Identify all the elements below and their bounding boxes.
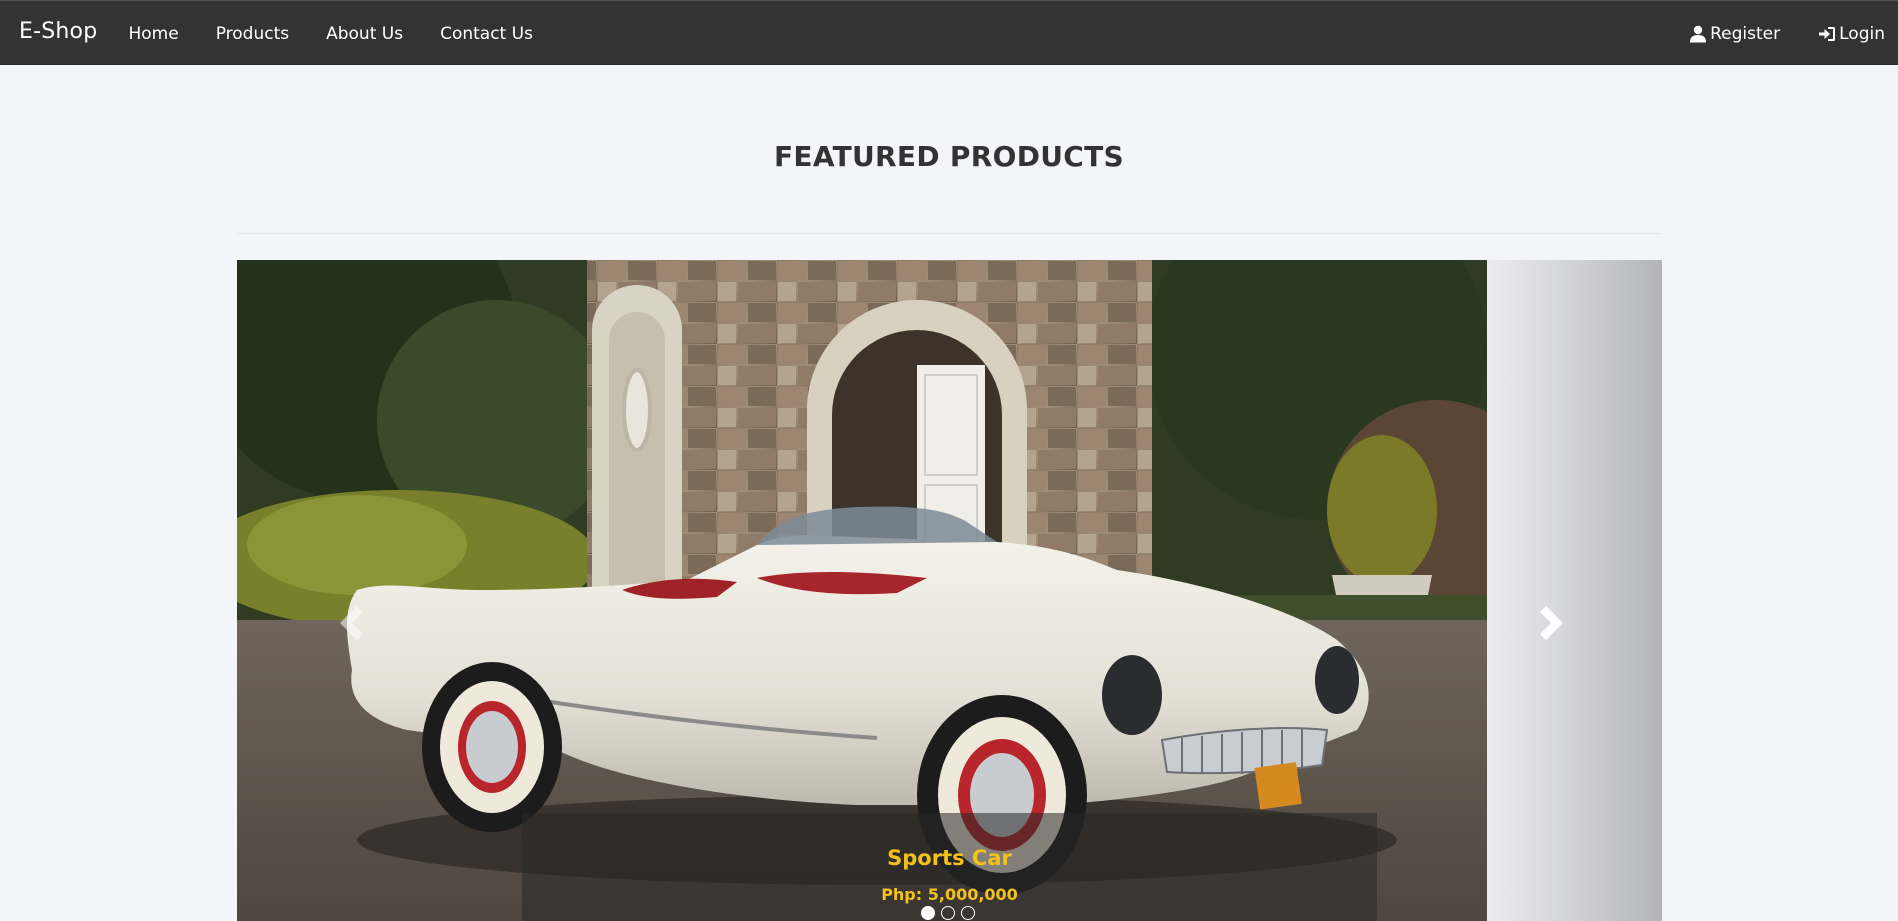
chevron-right-icon	[1538, 603, 1566, 643]
nav-link-contact-us[interactable]: Contact Us	[422, 24, 552, 44]
nav-link-products[interactable]: Products	[197, 24, 307, 44]
nav-right-links: Register Login	[1667, 1, 1898, 66]
next-slide-preview	[1487, 260, 1662, 921]
nav-links: Home Products About Us Contact Us	[110, 1, 551, 66]
carousel-indicator[interactable]	[921, 906, 935, 920]
login-icon	[1818, 25, 1836, 43]
carousel-indicator[interactable]	[941, 906, 955, 920]
chevron-left-icon	[337, 603, 365, 643]
register-link[interactable]: Register	[1667, 24, 1796, 44]
login-label: Login	[1839, 23, 1885, 44]
featured-products-carousel: Sports Car Php: 5,000,000	[237, 260, 1662, 921]
page-title: FEATURED PRODUCTS	[773, 140, 1125, 173]
top-navbar: E-Shop Home Products About Us Contact Us…	[0, 0, 1898, 65]
product-name: Sports Car	[887, 846, 1012, 870]
nav-link-about-us[interactable]: About Us	[308, 24, 422, 44]
slide-caption: Sports Car Php: 5,000,000	[522, 813, 1377, 921]
user-icon	[1689, 25, 1707, 43]
carousel-indicators	[921, 906, 975, 920]
carousel-prev-button[interactable]	[331, 600, 371, 646]
section-divider	[237, 233, 1662, 234]
brand-logo-link[interactable]: E-Shop	[19, 19, 97, 44]
product-price: Php: 5,000,000	[881, 885, 1018, 904]
carousel-indicator[interactable]	[961, 906, 975, 920]
login-link[interactable]: Login	[1796, 24, 1898, 44]
nav-link-home[interactable]: Home	[110, 24, 197, 44]
register-label: Register	[1710, 23, 1781, 44]
carousel-next-button[interactable]	[1532, 600, 1572, 646]
